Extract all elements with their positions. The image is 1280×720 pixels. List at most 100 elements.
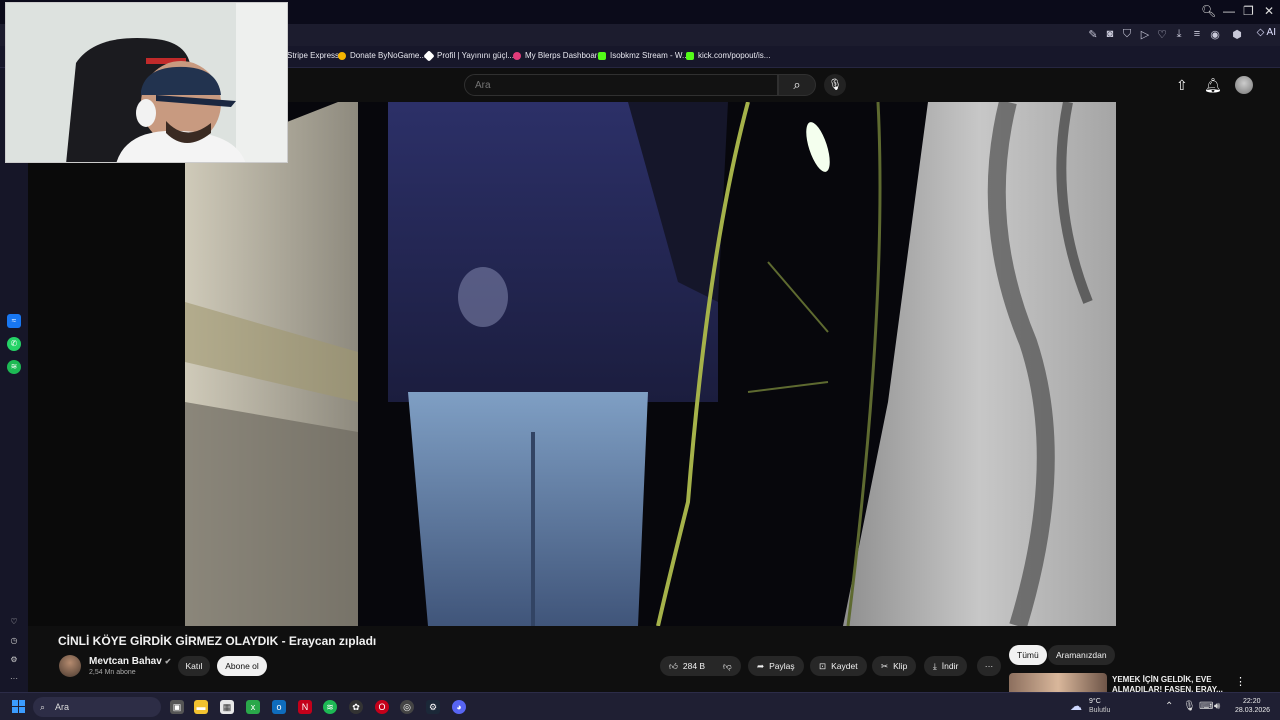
search-icon: ⌕ xyxy=(40,702,46,712)
sidebar-empty-area xyxy=(1116,102,1280,626)
whatsapp-icon[interactable]: ✆ xyxy=(7,337,21,351)
channel-avatar[interactable] xyxy=(59,655,81,677)
speaker-icon[interactable]: 🔊︎ xyxy=(1214,701,1220,712)
more-actions-button[interactable]: ··· xyxy=(977,656,1001,676)
chatgpt-icon[interactable]: ✿ xyxy=(349,700,363,714)
more-icon[interactable]: ··· xyxy=(7,672,21,686)
ai-button[interactable]: ◇ AI xyxy=(1257,27,1276,38)
donate-icon xyxy=(338,51,346,60)
share-button[interactable]: ➦ Paylaş xyxy=(748,656,804,676)
recommended-title[interactable]: YEMEK İÇİN GELDİK, EVE ALMADILAR! FAŞEN,… xyxy=(1112,675,1224,692)
bookmark-label: Isobkmz Stream - W... xyxy=(610,51,689,60)
cloud-icon: ☁ xyxy=(1070,699,1082,713)
thumbs-down-icon: 👎︎ xyxy=(723,661,732,671)
spotify-icon[interactable]: ≋ xyxy=(7,360,21,374)
history-icon[interactable]: ◷ xyxy=(7,634,21,648)
spotify-icon[interactable]: ≋ xyxy=(323,700,337,714)
messenger-icon[interactable]: ≈ xyxy=(7,314,21,328)
video-frame xyxy=(28,102,1116,626)
heart-icon[interactable]: ♡ xyxy=(1155,28,1169,41)
bookmark-stripe[interactable]: Stripe Express xyxy=(287,51,339,60)
thumbs-up-icon: 👍︎ xyxy=(669,661,678,671)
account-avatar[interactable] xyxy=(1235,76,1253,94)
like-button[interactable]: 👍︎ 284 B xyxy=(660,656,715,676)
download-button[interactable]: ⤓ İndir xyxy=(924,656,968,676)
recommended-more-icon[interactable]: ⋮ xyxy=(1235,675,1246,688)
search-box xyxy=(464,74,778,96)
search-input[interactable] xyxy=(465,75,777,96)
chip-from-search[interactable]: Aramanızdan xyxy=(1048,645,1115,665)
share-icon: ➦ xyxy=(757,661,765,671)
camera-icon[interactable]: ◙ xyxy=(1103,28,1117,40)
clip-label: Klip xyxy=(893,661,908,671)
search-icon: ⌕ xyxy=(793,77,801,92)
edit-icon[interactable]: ✎ xyxy=(1086,28,1100,41)
bookmark-profil[interactable]: Profil | Yayınını güçl... xyxy=(423,49,514,62)
close-icon[interactable]: ✕ xyxy=(1264,4,1274,18)
weather-temperature[interactable]: 9°C xyxy=(1089,698,1101,705)
chip-all[interactable]: Tümü xyxy=(1009,645,1047,665)
steam-icon[interactable]: ⚙ xyxy=(426,700,440,714)
opera-icon[interactable]: O xyxy=(375,700,389,714)
mic-icon[interactable]: 🎙︎ xyxy=(1183,701,1196,712)
taskbar-search[interactable]: ⌕ Ara xyxy=(33,697,161,717)
video-player[interactable] xyxy=(28,102,1116,626)
clock-time[interactable]: 22:20 xyxy=(1243,698,1261,705)
bookmark-label: Donate ByNoGame... xyxy=(350,51,427,60)
share-label: Paylaş xyxy=(769,661,795,671)
search-button[interactable]: ⌕ xyxy=(778,74,816,96)
outlook-icon[interactable]: o xyxy=(272,700,286,714)
weather-description[interactable]: Bulutlu xyxy=(1089,707,1110,714)
video-title: CİNLİ KÖYE GİRDİK GİRMEZ OLAYDIK - Erayc… xyxy=(58,634,377,648)
clock-date[interactable]: 28.03.2026 xyxy=(1235,707,1270,714)
settings-icon[interactable]: ⚙ xyxy=(7,653,21,667)
keyboard-icon[interactable]: ⌨ xyxy=(1199,701,1213,712)
restore-icon[interactable]: ❐ xyxy=(1243,4,1254,18)
bookmark-label: Stripe Express xyxy=(287,51,340,60)
shield-icon[interactable]: ⛉ xyxy=(1120,28,1134,41)
dislike-button[interactable]: 👎︎ xyxy=(714,656,741,676)
join-button[interactable]: Katıl xyxy=(178,656,210,676)
scissors-icon: ✂ xyxy=(881,661,889,671)
start-button[interactable] xyxy=(12,700,25,713)
excel-icon[interactable]: x xyxy=(246,700,260,714)
netflix-icon[interactable]: N xyxy=(298,700,312,714)
save-button[interactable]: ⊡ Kaydet xyxy=(810,656,867,676)
extension-icon[interactable]: ⬢ xyxy=(1230,28,1244,41)
bookmark-label: kick.com/popout/is... xyxy=(698,51,771,60)
task-view-icon[interactable]: ▣ xyxy=(170,700,184,714)
search-icon[interactable]: 🔍︎ xyxy=(1201,4,1216,18)
channel-name[interactable]: Mevtcan Bahav ✔ xyxy=(89,656,171,667)
discord-icon[interactable]: ◕ xyxy=(452,700,466,714)
webcam-feed xyxy=(6,3,287,162)
bookmark-icon: ⊡ xyxy=(819,661,827,671)
recommended-thumbnail[interactable] xyxy=(1009,673,1107,692)
play-icon[interactable]: ▷ xyxy=(1138,28,1152,41)
minimize-icon[interactable]: — xyxy=(1223,4,1235,18)
diamond-icon xyxy=(423,49,435,62)
profile-icon[interactable]: ◉ xyxy=(1208,28,1222,41)
github-icon[interactable]: ◎ xyxy=(400,700,414,714)
bookmark-blerps[interactable]: My Blerps Dashboard xyxy=(513,51,602,60)
taskbar-search-label: Ara xyxy=(55,702,70,712)
save-label: Kaydet xyxy=(831,661,858,671)
bell-icon[interactable]: 🔔︎ xyxy=(1204,77,1222,94)
verified-icon: ✔ xyxy=(164,657,172,666)
clip-button[interactable]: ✂ Klip xyxy=(872,656,917,676)
upload-icon[interactable]: ⇧ xyxy=(1176,77,1188,94)
bookmark-kick-popout[interactable]: kick.com/popout/is... xyxy=(686,51,770,60)
kick-icon xyxy=(598,51,606,60)
download-icon[interactable]: ⤓ xyxy=(1172,28,1186,41)
subscribe-button[interactable]: Abone ol xyxy=(217,656,267,676)
voice-search-button[interactable]: 🎙︎ xyxy=(824,74,846,96)
bookmark-kick-stream[interactable]: Isobkmz Stream - W... xyxy=(598,51,689,60)
webcam-overlay xyxy=(5,2,288,163)
bookmark-donate[interactable]: Donate ByNoGame... xyxy=(338,51,426,60)
windows-taskbar: ⌕ Ara ▣ ▬ ▦ x o N ≋ ✿ O ◎ ⚙ ◕ ☁ 9°C Bulu… xyxy=(0,692,1280,720)
channel-name-text: Mevtcan Bahav xyxy=(89,656,162,667)
tray-chevron-icon[interactable]: ⌃ xyxy=(1165,701,1173,712)
menu-icon[interactable]: ≡ xyxy=(1190,28,1204,40)
file-explorer-icon[interactable]: ▬ xyxy=(194,700,208,714)
heart-icon[interactable]: ♡ xyxy=(7,615,21,629)
calculator-icon[interactable]: ▦ xyxy=(220,700,234,714)
